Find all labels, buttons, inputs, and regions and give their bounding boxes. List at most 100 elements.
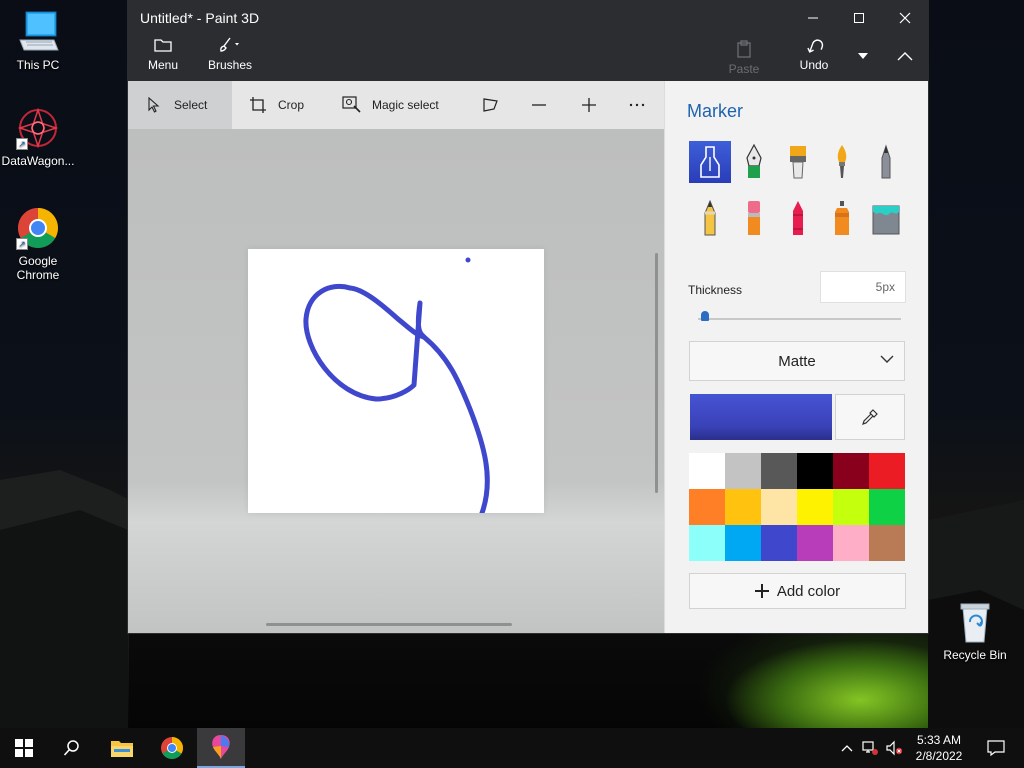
palette-swatch[interactable] (725, 525, 761, 561)
finish-value: Matte (778, 352, 816, 370)
clock-date: 2/8/2022 (915, 749, 963, 763)
minimize-button[interactable] (790, 4, 836, 32)
search-button[interactable] (48, 728, 96, 768)
palette-swatch[interactable] (725, 453, 761, 489)
minimize-icon (808, 17, 818, 19)
eraser-brush[interactable] (733, 197, 775, 239)
thickness-input[interactable]: 5px (820, 271, 906, 303)
menu-label: Menu (147, 58, 179, 72)
undo-button[interactable]: Undo (792, 36, 836, 72)
crayon-brush[interactable] (777, 197, 819, 239)
palette-swatch[interactable] (689, 489, 725, 525)
maximize-button[interactable] (836, 4, 882, 32)
color-palette (689, 453, 905, 561)
paint3d-window: Untitled* - Paint 3D Menu Brushes Paste … (128, 0, 928, 633)
undo-label: Undo (799, 58, 829, 72)
collapse-ribbon-button[interactable] (882, 42, 928, 70)
tool-bar: Select Crop Magic select (128, 81, 664, 129)
taskbar-file-explorer[interactable] (98, 728, 146, 768)
desktop-icon-recycle-bin[interactable]: Recycle Bin (937, 600, 1013, 662)
folder-icon (142, 36, 184, 58)
crop-icon (248, 95, 268, 115)
palette-swatch[interactable] (761, 489, 797, 525)
undo-icon (792, 36, 836, 58)
palette-swatch[interactable] (689, 525, 725, 561)
palette-swatch[interactable] (869, 453, 905, 489)
palette-swatch[interactable] (833, 489, 869, 525)
spray-can-brush[interactable] (821, 197, 863, 239)
watercolor-icon (837, 145, 847, 178)
close-button[interactable] (882, 4, 928, 32)
crayon-icon (793, 201, 803, 235)
desktop-icon-label: DataWagon... (1, 154, 75, 168)
add-color-button[interactable]: Add color (689, 573, 906, 609)
zoom-out-button[interactable] (513, 81, 565, 129)
magic-select-icon (342, 95, 362, 115)
marker-brush[interactable] (689, 141, 731, 183)
taskbar-chrome[interactable] (148, 728, 196, 768)
taskbar-paint3d[interactable] (197, 728, 245, 768)
clock-time: 5:33 AM (916, 733, 962, 747)
select-label: Select (174, 98, 208, 112)
start-button[interactable] (0, 728, 48, 768)
marker-icon (700, 146, 720, 178)
close-icon (899, 12, 911, 24)
palette-swatch[interactable] (725, 489, 761, 525)
magic-select-tool[interactable]: Magic select (320, 81, 455, 129)
fill-brush[interactable] (865, 197, 907, 239)
palette-swatch[interactable] (833, 525, 869, 561)
network-status[interactable] (860, 728, 880, 768)
view-3d-button[interactable] (469, 81, 513, 129)
palette-swatch[interactable] (869, 525, 905, 561)
shortcut-arrow-icon: ↗ (16, 238, 28, 250)
show-hidden-icons-button[interactable] (838, 728, 856, 768)
network-icon (862, 741, 878, 755)
chevron-down-icon (858, 53, 868, 59)
current-color-swatch[interactable] (690, 394, 832, 440)
select-tool[interactable]: Select (128, 81, 232, 129)
desktop-icon-this-pc[interactable]: This PC (0, 10, 76, 72)
pencil-brush[interactable] (689, 197, 731, 239)
thickness-slider-thumb[interactable] (700, 311, 709, 321)
palette-swatch[interactable] (869, 489, 905, 525)
paste-button[interactable]: Paste (724, 40, 764, 76)
system-clock[interactable]: 5:33 AM 2/8/2022 (906, 732, 972, 764)
chrome-icon (161, 737, 183, 759)
brushes-button[interactable]: Brushes (204, 36, 256, 72)
chevron-down-icon (880, 355, 894, 363)
title-bar: Untitled* - Paint 3D Menu Brushes Paste … (128, 0, 928, 81)
canvas-area[interactable] (128, 129, 664, 633)
eyedropper-button[interactable] (835, 394, 905, 440)
drawing-canvas[interactable] (248, 249, 544, 516)
horizontal-scrollbar[interactable] (266, 623, 512, 626)
history-dropdown-button[interactable] (848, 42, 878, 70)
desktop-icon-datawagon[interactable]: ↗ DataWagon... (0, 106, 76, 168)
palette-swatch[interactable] (797, 525, 833, 561)
oil-brush[interactable] (777, 141, 819, 183)
calligraphy-pen-brush[interactable] (733, 141, 775, 183)
desktop-icon-label: This PC (16, 58, 60, 72)
palette-swatch[interactable] (833, 453, 869, 489)
palette-swatch[interactable] (797, 453, 833, 489)
more-options-button[interactable] (613, 81, 661, 129)
recycle-bin-icon (951, 600, 999, 644)
zoom-in-button[interactable] (565, 81, 613, 129)
palette-swatch[interactable] (761, 525, 797, 561)
oil-brush-icon (790, 146, 806, 179)
calligraphy-pen-icon (746, 144, 762, 178)
finish-dropdown[interactable]: Matte (689, 341, 905, 381)
palette-swatch[interactable] (689, 453, 725, 489)
pixel-pen-brush[interactable] (865, 141, 907, 183)
desktop-icon-chrome[interactable]: ↗ Google Chrome (0, 206, 76, 282)
volume-status[interactable] (884, 728, 904, 768)
thickness-slider[interactable] (698, 318, 901, 320)
palette-swatch[interactable] (761, 453, 797, 489)
watercolor-brush[interactable] (821, 141, 863, 183)
menu-button[interactable]: Menu (142, 36, 184, 72)
action-center-button[interactable] (976, 728, 1016, 768)
vertical-scrollbar[interactable] (655, 253, 658, 493)
palette-swatch[interactable] (797, 489, 833, 525)
thickness-label: Thickness (688, 283, 743, 297)
paint3d-icon (212, 735, 230, 759)
crop-tool[interactable]: Crop (232, 81, 320, 129)
